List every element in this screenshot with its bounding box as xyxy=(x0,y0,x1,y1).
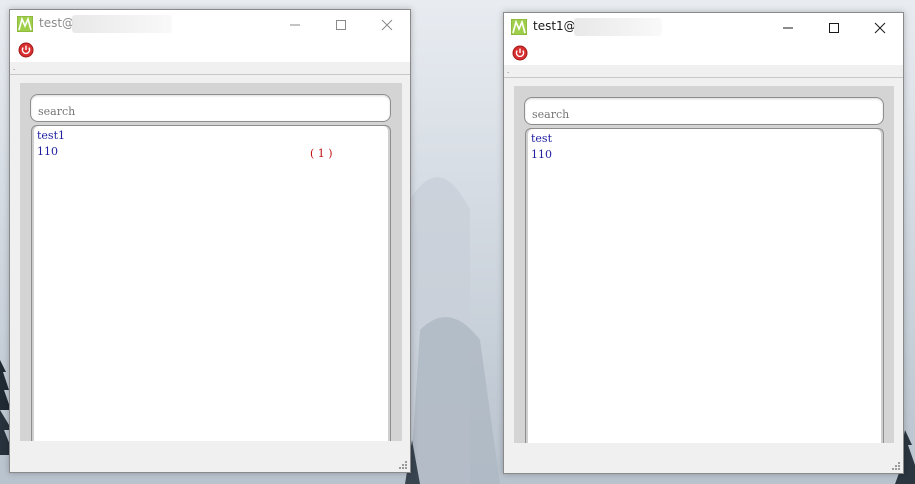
window-title: test1@ xyxy=(533,19,576,33)
maximize-button[interactable] xyxy=(811,13,857,43)
maximize-icon xyxy=(336,20,346,30)
contact-list[interactable]: test1 110 ( 1 ) xyxy=(31,125,391,441)
chat-window-1: test@ . test1 110 ( 1 ) xyxy=(9,9,411,473)
contact-number: 110 xyxy=(531,148,552,161)
separator-dot: . xyxy=(507,67,510,75)
list-item[interactable]: test 110 xyxy=(526,129,883,163)
contact-number: 110 xyxy=(37,145,58,158)
contacts-panel: test 110 xyxy=(514,86,894,443)
contact-name: test xyxy=(531,132,552,145)
window-title: test@ xyxy=(39,16,75,30)
divider xyxy=(10,74,410,75)
title-bar[interactable]: test1@ xyxy=(504,13,903,43)
close-button[interactable] xyxy=(857,13,903,43)
maximize-button[interactable] xyxy=(318,10,364,40)
close-button[interactable] xyxy=(364,10,410,40)
maximize-icon xyxy=(829,23,839,33)
divider xyxy=(504,77,903,78)
resize-grip-icon[interactable] xyxy=(398,460,408,470)
power-icon[interactable] xyxy=(512,45,528,61)
close-icon xyxy=(874,22,886,34)
app-icon xyxy=(17,16,33,32)
contact-name: test1 xyxy=(37,129,65,142)
search-input[interactable] xyxy=(30,94,391,122)
redacted-account xyxy=(574,18,662,36)
power-icon[interactable] xyxy=(18,42,34,58)
toolbar xyxy=(504,43,903,65)
resize-grip-icon[interactable] xyxy=(891,461,901,471)
chat-window-2: test1@ . test 110 xyxy=(503,12,904,474)
list-item[interactable]: test1 110 ( 1 ) xyxy=(32,126,390,160)
close-icon xyxy=(381,19,393,31)
unread-count-badge: ( 1 ) xyxy=(310,147,333,160)
contacts-panel: test1 110 ( 1 ) xyxy=(20,83,402,441)
toolbar xyxy=(10,40,410,62)
minimize-icon xyxy=(783,27,793,29)
search-input[interactable] xyxy=(524,97,884,125)
minimize-button[interactable] xyxy=(765,13,811,43)
redacted-account xyxy=(72,15,172,33)
title-bar[interactable]: test@ xyxy=(10,10,410,40)
minimize-icon xyxy=(290,24,300,26)
contact-list[interactable]: test 110 xyxy=(525,128,884,443)
app-icon xyxy=(511,19,527,35)
separator-dot: . xyxy=(13,64,16,72)
minimize-button[interactable] xyxy=(272,10,318,40)
